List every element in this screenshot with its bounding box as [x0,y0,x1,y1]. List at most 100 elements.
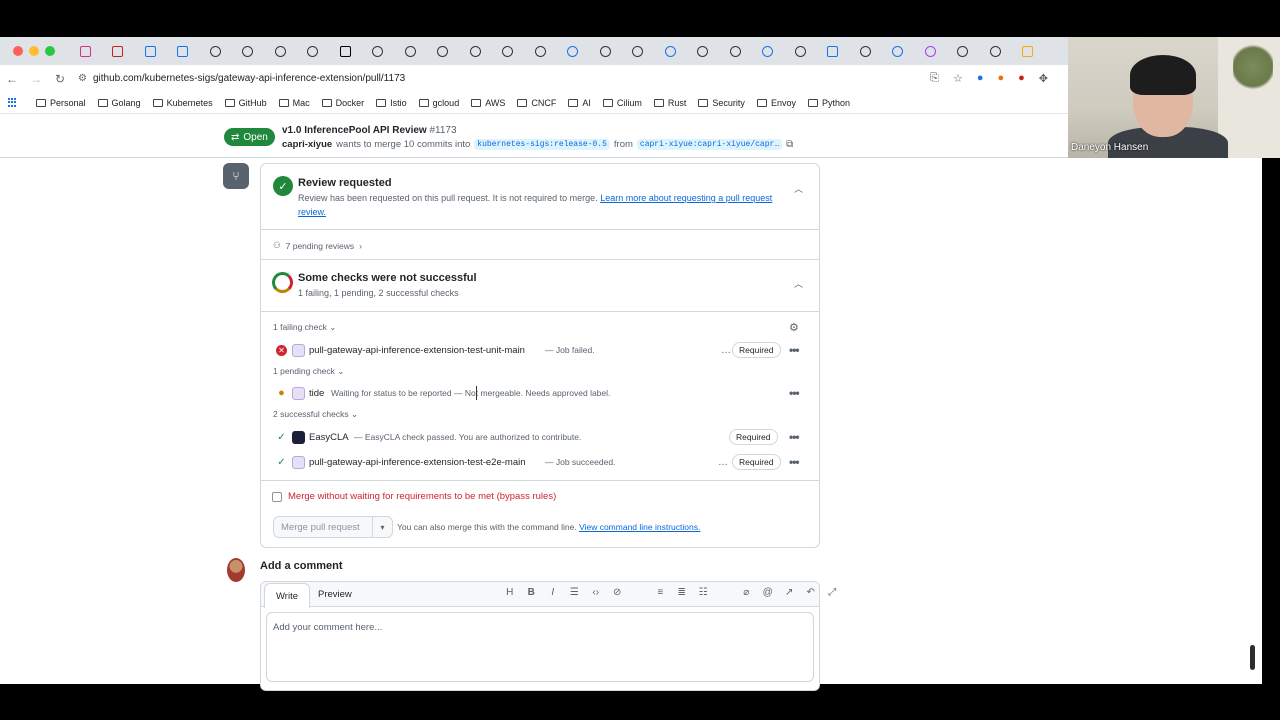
bookmark-folder[interactable]: Personal [36,98,86,108]
browser-tab[interactable] [882,41,915,61]
browser-tab[interactable] [784,41,817,61]
fullscreen-icon[interactable]: ⤢ [822,587,844,598]
browser-tab[interactable] [914,41,947,61]
bookmark-folder[interactable]: CNCF [517,98,556,108]
bookmark-folder[interactable]: Kubernetes [152,98,213,108]
url-field[interactable]: ⚙ github.com/kubernetes-sigs/gateway-api… [78,73,405,84]
apps-icon[interactable] [8,97,18,108]
collapse-review-icon[interactable]: ︿ [794,182,803,195]
bypass-rules-option[interactable]: Merge without waiting for requirements t… [272,491,556,502]
browser-tab[interactable] [69,41,102,61]
pr-author[interactable]: capri-xiyue [282,139,332,150]
bookmark-folder[interactable]: Security [698,98,745,108]
browser-tab[interactable] [849,41,882,61]
forward-button[interactable]: → [24,72,48,86]
browser-tab[interactable] [622,41,655,61]
bookmark-folder[interactable]: Istio [376,98,407,108]
bookmark-folder[interactable]: AWS [471,98,505,108]
bookmark-folder[interactable]: GitHub [224,98,267,108]
quote-icon[interactable]: ☰ [564,587,586,598]
task-list-icon[interactable]: ☷ [693,587,715,598]
ordered-list-icon[interactable]: ≡ [650,587,672,598]
browser-tab[interactable] [329,41,362,61]
browser-tab[interactable] [362,41,395,61]
link-icon[interactable]: ⊘ [607,587,629,598]
bookmark-folder[interactable]: Mac [278,98,310,108]
browser-tab[interactable] [524,41,557,61]
failing-checks-toggle[interactable]: 1 failing check ⌄ [273,322,336,333]
kebab-menu-icon[interactable]: ••• [789,386,800,400]
unordered-list-icon[interactable]: ≣ [671,587,693,598]
reply-icon[interactable]: ↶ [800,587,822,598]
check-name[interactable]: pull-gateway-api-inference-extension-tes… [309,345,525,356]
collapse-checks-icon[interactable]: ︿ [794,277,803,290]
browser-tab[interactable] [1012,41,1045,61]
merge-options-dropdown[interactable]: ▾ [373,523,392,532]
browser-tab[interactable] [817,41,850,61]
bold-icon[interactable]: B [521,587,543,598]
pending-reviews-row[interactable]: ⚇ 7 pending reviews › [273,240,362,251]
italic-icon[interactable]: I [542,587,564,598]
browser-tab[interactable] [492,41,525,61]
page-scrollbar[interactable] [1250,645,1255,670]
browser-tab[interactable] [297,41,330,61]
mention-icon[interactable]: @ [757,587,779,598]
browser-tab[interactable] [687,41,720,61]
bookmark-folder[interactable]: AI [568,98,591,108]
maximize-window-button[interactable] [45,46,55,56]
bookmark-folder[interactable]: Cilium [602,98,642,108]
bookmark-folder[interactable]: Python [807,98,850,108]
extension-icon[interactable]: ● [997,72,1004,85]
check-row-success[interactable]: ✓ pull-gateway-api-inference-extension-t… [261,451,819,473]
cli-instructions-link[interactable]: View command line instructions. [579,522,700,532]
copy-icon[interactable]: ⧉ [786,139,793,150]
check-name[interactable]: tide [309,388,324,399]
browser-tab[interactable] [557,41,590,61]
head-branch[interactable]: capri-xiyue:capri-xiyue/capr… [636,139,783,150]
install-icon[interactable]: ⎘ [930,72,939,85]
gear-icon[interactable]: ⚙ [789,321,799,334]
check-row-pending[interactable]: ● tide Waiting for status to be reported… [261,382,819,404]
reload-button[interactable]: ↻ [48,72,72,86]
browser-tab[interactable] [102,41,135,61]
avatar[interactable] [227,558,245,582]
browser-tab[interactable] [589,41,622,61]
merge-pull-request-button[interactable]: Merge pull request ▾ [273,516,393,538]
heading-icon[interactable]: H [499,587,521,598]
back-button[interactable]: ← [0,72,24,86]
browser-tab[interactable] [427,41,460,61]
base-branch[interactable]: kubernetes-sigs:release-0.5 [474,139,610,150]
browser-tab[interactable] [264,41,297,61]
bookmark-folder[interactable]: Rust [653,98,686,108]
site-info-icon[interactable]: ⚙ [78,73,87,84]
browser-tab[interactable] [459,41,492,61]
tab-write[interactable]: Write [264,583,310,608]
check-row-failing[interactable]: ✕ pull-gateway-api-inference-extension-t… [261,339,819,361]
browser-tab[interactable] [394,41,427,61]
bookmark-star-icon[interactable]: ☆ [953,72,963,85]
bypass-checkbox[interactable] [272,491,282,502]
kebab-menu-icon[interactable]: ••• [789,455,800,469]
bookmark-folder[interactable]: Golang [97,98,141,108]
attach-icon[interactable]: ⌀ [736,587,758,598]
browser-tab[interactable] [199,41,232,61]
browser-tab[interactable] [752,41,785,61]
extension-icon[interactable]: ● [977,72,984,85]
browser-tab[interactable] [979,41,1012,61]
extension-icon[interactable]: ● [1018,72,1025,85]
reference-icon[interactable]: ↗ [779,587,801,598]
browser-tab[interactable] [134,41,167,61]
check-row-success[interactable]: ✓ EasyCLA — EasyCLA check passed. You ar… [261,426,819,448]
code-icon[interactable]: ‹› [585,587,607,598]
browser-tab[interactable] [167,41,200,61]
minimize-window-button[interactable] [29,46,39,56]
browser-tab[interactable] [654,41,687,61]
close-window-button[interactable] [13,46,23,56]
pending-checks-toggle[interactable]: 1 pending check ⌄ [273,366,344,377]
tab-preview[interactable]: Preview [307,582,363,607]
puzzle-icon[interactable]: ✥ [1039,72,1048,85]
comment-textarea[interactable]: Add your comment here... [266,612,814,682]
kebab-menu-icon[interactable]: ••• [789,343,800,357]
check-name[interactable]: EasyCLA [309,432,349,443]
successful-checks-toggle[interactable]: 2 successful checks ⌄ [273,409,358,420]
